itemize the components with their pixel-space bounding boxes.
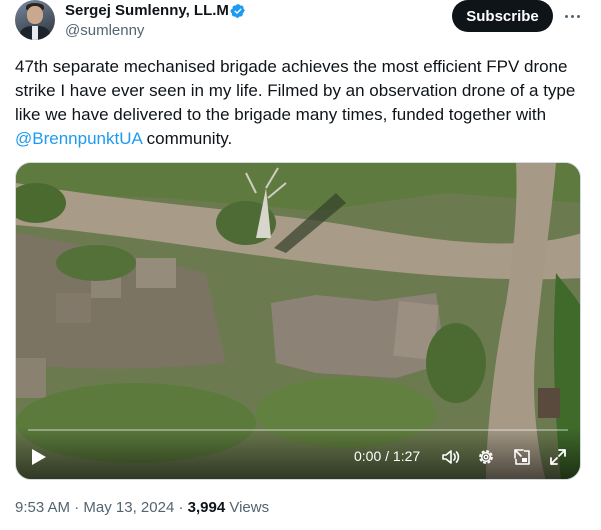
video-player[interactable]: 0:00 / 1:27 (15, 162, 581, 480)
more-horizontal-icon[interactable] (562, 6, 582, 26)
avatar[interactable] (15, 0, 55, 40)
volume-icon[interactable] (440, 447, 460, 467)
video-progress-bar[interactable] (28, 429, 568, 431)
meta-separator: · (74, 499, 80, 516)
avatar-shirt (32, 26, 38, 40)
play-icon[interactable] (30, 447, 48, 467)
tweet-text-part: 47th separate mechanised brigade achieve… (15, 57, 576, 124)
fullscreen-icon[interactable] (548, 447, 568, 467)
avatar-face (27, 6, 43, 24)
verified-badge-icon (230, 4, 245, 18)
views-count: 3,994 (187, 499, 226, 516)
views-label: Views (229, 499, 270, 516)
tweet-meta: 9:53 AM · May 13, 2024 · 3,994 Views (15, 498, 269, 518)
video-time: 0:00 / 1:27 (354, 448, 421, 464)
tweet-time[interactable]: 9:53 AM (15, 499, 70, 516)
tweet-date[interactable]: May 13, 2024 (83, 499, 174, 516)
tweet-text-part: community. (141, 129, 233, 148)
subscribe-button[interactable]: Subscribe (452, 0, 553, 32)
meta-separator: · (178, 499, 184, 516)
picture-in-picture-icon[interactable] (512, 447, 532, 467)
author-handle[interactable]: @sumlenny (65, 21, 144, 41)
tweet-text: 47th separate mechanised brigade achieve… (15, 55, 580, 151)
settings-gear-icon[interactable] (476, 447, 496, 467)
mention-link[interactable]: @BrennpunktUA (15, 129, 142, 148)
author-name[interactable]: Sergej Sumlenny, LL.M (65, 1, 229, 21)
